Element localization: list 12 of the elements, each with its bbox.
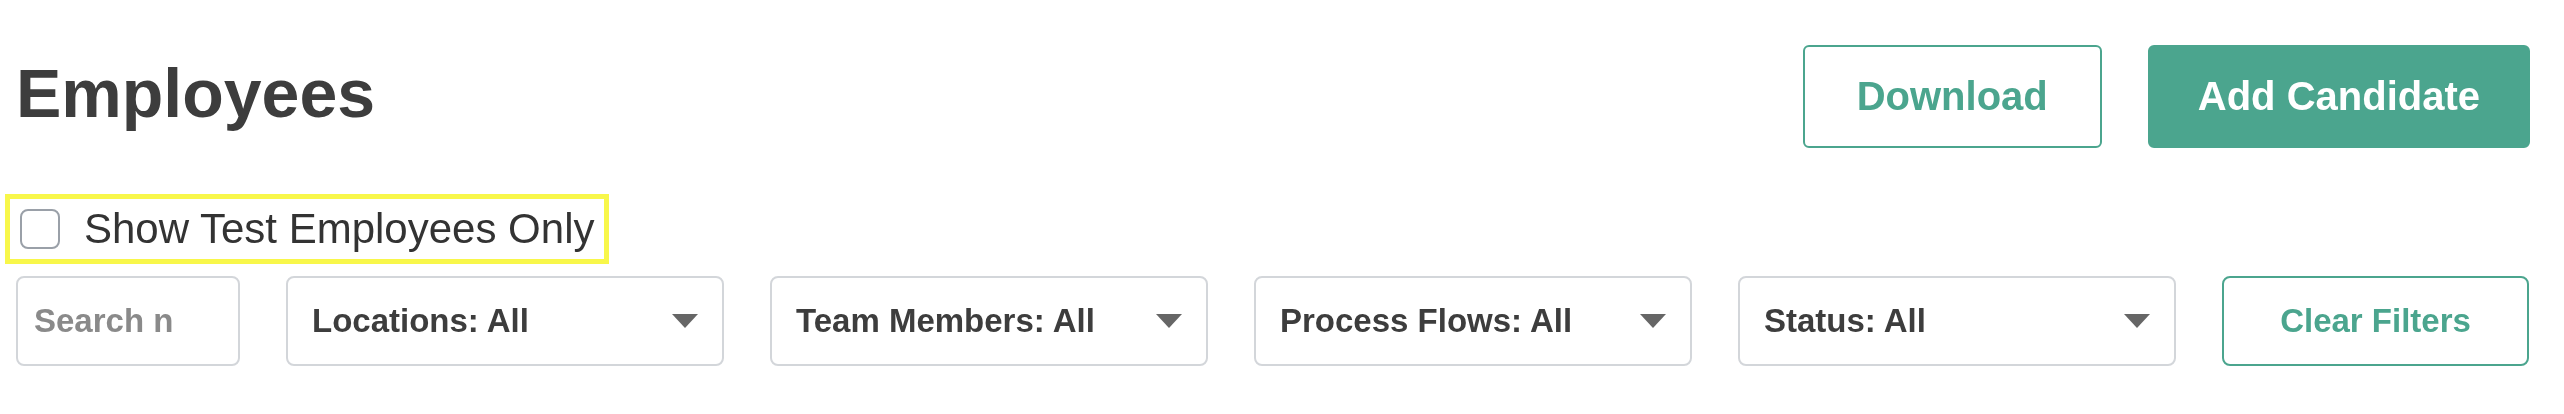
- caret-icon: [2124, 314, 2150, 328]
- filter-dropdown[interactable]: Locations: All: [286, 276, 724, 366]
- caret-icon: [1640, 314, 1666, 328]
- caret-icon: [672, 314, 698, 328]
- filter-dropdown[interactable]: Process Flows: All: [1254, 276, 1692, 366]
- checkbox[interactable]: [20, 209, 60, 249]
- filter-dropdown[interactable]: Team Members: All: [770, 276, 1208, 366]
- search-field[interactable]: Search n: [16, 276, 240, 366]
- page-title: Employees: [16, 54, 376, 133]
- caret-icon: [1156, 314, 1182, 328]
- filter-dropdown[interactable]: Status: All: [1738, 276, 2176, 366]
- checkbox-label: Show Test Employees Only: [84, 205, 595, 253]
